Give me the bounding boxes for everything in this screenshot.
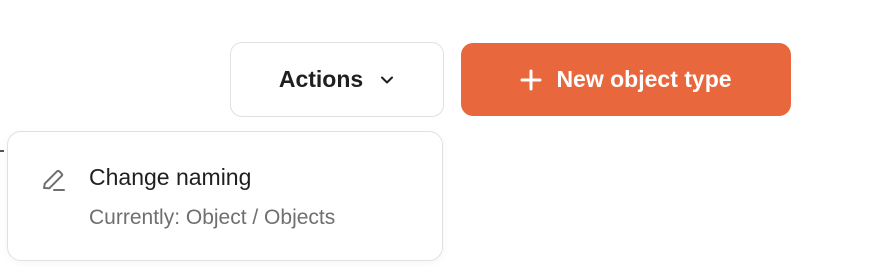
- actions-button[interactable]: Actions: [230, 42, 444, 117]
- chevron-down-icon: [379, 72, 395, 88]
- edge-fragment: [0, 150, 4, 152]
- actions-dropdown-menu: Change naming Currently: Object / Object…: [7, 131, 443, 261]
- new-object-type-button[interactable]: New object type: [461, 43, 791, 116]
- plus-icon: [520, 69, 542, 91]
- menu-item-sublabel: Currently: Object / Objects: [89, 206, 336, 229]
- toolbar-area: Actions New object type Change naming Cu…: [0, 0, 870, 274]
- menu-item-label: Change naming: [89, 164, 252, 190]
- actions-button-label: Actions: [278, 66, 364, 92]
- new-object-type-label: New object type: [556, 66, 732, 92]
- pencil-icon: [40, 166, 68, 194]
- menu-item-change-naming[interactable]: Change naming Currently: Object / Object…: [8, 132, 442, 260]
